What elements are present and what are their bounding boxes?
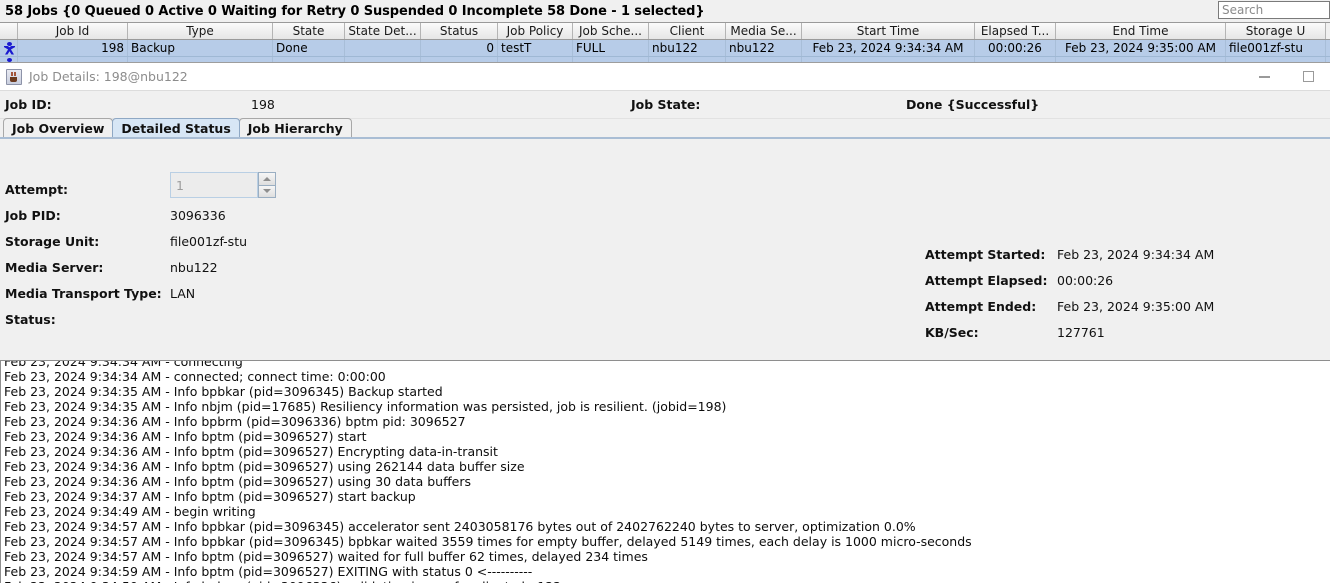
cell-type[interactable]: Backup: [128, 40, 273, 56]
minimize-button[interactable]: [1242, 63, 1286, 90]
screen-root: 58 Jobs {0 Queued 0 Active 0 Waiting for…: [0, 0, 1330, 583]
attempt-input[interactable]: 1: [170, 172, 258, 198]
job-state-value: Done {Successful}: [906, 97, 1040, 112]
media-server-label: Media Server:: [5, 260, 104, 275]
tab-job-overview[interactable]: Job Overview: [3, 118, 114, 137]
column-header-job-policy[interactable]: Job Policy: [498, 23, 573, 39]
attempt-stepper[interactable]: 1: [170, 172, 276, 198]
maximize-button[interactable]: [1286, 63, 1330, 90]
column-header-status[interactable]: Status: [421, 23, 498, 39]
cell-state-details[interactable]: [345, 40, 421, 56]
status-log-panel[interactable]: Feb 23, 2024 9:34:34 AM - connecting Feb …: [0, 360, 1330, 583]
status-log-line: Feb 23, 2024 9:34:59 AM - Info bpbrm (pi…: [4, 579, 1324, 583]
column-header-type[interactable]: Type: [128, 23, 273, 39]
job-pid-label: Job PID:: [5, 208, 61, 223]
status-log-line: Feb 23, 2024 9:34:34 AM - connecting: [4, 360, 243, 369]
attempt-started-label: Attempt Started:: [925, 247, 1046, 262]
column-header-end-time[interactable]: End Time: [1056, 23, 1226, 39]
column-header-start-time[interactable]: Start Time: [802, 23, 975, 39]
status-log-line: Feb 23, 2024 9:34:36 AM - Info bptm (pid…: [4, 444, 498, 459]
table-row[interactable]: 198 Backup Done 0 testT FULL nbu122 nbu122 Feb 2…: [0, 40, 1330, 57]
status-log-line: Feb 23, 2024 9:34:37 AM - Info bptm (pid…: [4, 489, 416, 504]
cell-storage-unit[interactable]: file001zf-stu: [1226, 40, 1326, 56]
status-log-line: Feb 23, 2024 9:34:59 AM - Info bptm (pid…: [4, 564, 533, 579]
status-log-line: Feb 23, 2024 9:34:35 AM - Info nbjm (pid…: [4, 399, 727, 414]
search-placeholder: Search: [1222, 3, 1264, 17]
chevron-up-icon: [263, 176, 271, 181]
attempt-label: Attempt:: [5, 182, 69, 197]
status-label: Status:: [5, 312, 56, 327]
search-input[interactable]: Search: [1218, 1, 1330, 19]
cell-job-policy[interactable]: testT: [498, 40, 573, 56]
status-log-line: Feb 23, 2024 9:34:57 AM - Info bptm (pid…: [4, 549, 648, 564]
cell-status[interactable]: 0: [421, 40, 498, 56]
job-status-person-icon-cell[interactable]: [0, 40, 18, 56]
column-header-state[interactable]: State: [273, 23, 345, 39]
column-header-job-id[interactable]: Job Id: [18, 23, 128, 39]
cell-job-schedule[interactable]: FULL: [573, 40, 649, 56]
status-log-line: Feb 23, 2024 9:34:34 AM - connected; con…: [4, 369, 386, 384]
status-log-line: Feb 23, 2024 9:34:36 AM - Info bptm (pid…: [4, 459, 525, 474]
storage-unit-label: Storage Unit:: [5, 234, 100, 249]
attempt-started-value: Feb 23, 2024 9:34:34 AM: [1057, 247, 1215, 262]
attempt-stepper-buttons: [258, 172, 276, 198]
attempt-increment-button[interactable]: [258, 172, 276, 185]
column-header-job-sche[interactable]: Job Sche...: [573, 23, 649, 39]
job-id-value: 198: [251, 97, 275, 112]
jobs-table-header: Job Id Type State State Det... Status Job Pol…: [0, 22, 1330, 40]
job-pid-value: 3096336: [170, 208, 226, 223]
detailed-status-panel: Attempt: 1 Job PID: 3096336 Storage Unit…: [0, 139, 1330, 340]
cell-end-time[interactable]: Feb 23, 2024 9:35:00 AM: [1056, 40, 1226, 56]
cell-job-id[interactable]: 198: [18, 40, 128, 56]
attempt-ended-value: Feb 23, 2024 9:35:00 AM: [1057, 299, 1215, 314]
column-header-storage-u[interactable]: Storage U: [1226, 23, 1326, 39]
column-header-elapsed-t[interactable]: Elapsed T...: [975, 23, 1056, 39]
status-log-line: Feb 23, 2024 9:34:57 AM - Info bpbkar (p…: [4, 534, 972, 549]
media-transport-type-value: LAN: [170, 286, 196, 301]
column-header-media-se[interactable]: Media Se...: [726, 23, 802, 39]
chevron-down-icon: [263, 189, 271, 194]
kb-sec-value: 127761: [1057, 325, 1105, 340]
status-log-line: Feb 23, 2024 9:34:35 AM - Info bpbkar (p…: [4, 384, 443, 399]
job-id-label: Job ID:: [5, 97, 52, 112]
column-header-state-det[interactable]: State Det...: [345, 23, 421, 39]
cell-client[interactable]: nbu122: [649, 40, 726, 56]
attempt-elapsed-label: Attempt Elapsed:: [925, 273, 1048, 288]
cell-start-time[interactable]: Feb 23, 2024 9:34:34 AM: [802, 40, 975, 56]
status-log-line: Feb 23, 2024 9:34:49 AM - begin writing: [4, 504, 256, 519]
maximize-icon: [1302, 71, 1314, 82]
column-header-client[interactable]: Client: [649, 23, 726, 39]
storage-unit-value: file001zf-stu: [170, 234, 248, 249]
java-app-icon: [6, 68, 22, 85]
cell-elapsed-time[interactable]: 00:00:26: [975, 40, 1056, 56]
attempt-elapsed-value: 00:00:26: [1057, 273, 1114, 288]
jobs-summary-bar: 58 Jobs {0 Queued 0 Active 0 Waiting for…: [0, 0, 1330, 22]
job-details-window: Job Details: 198@nbu122 Job ID: 198 Job …: [0, 62, 1330, 583]
job-state-label: Job State:: [631, 97, 701, 112]
tab-detailed-status[interactable]: Detailed Status: [112, 118, 240, 137]
media-server-value: nbu122: [170, 260, 218, 275]
status-log-line: Feb 23, 2024 9:34:36 AM - Info bpbrm (pi…: [4, 414, 466, 429]
tab-job-hierarchy[interactable]: Job Hierarchy: [238, 118, 352, 137]
jobs-summary-text: 58 Jobs {0 Queued 0 Active 0 Waiting for…: [5, 3, 705, 19]
window-controls: [1242, 63, 1330, 90]
job-details-title: Job Details: 198@nbu122: [29, 69, 188, 84]
cell-state[interactable]: Done: [273, 40, 345, 56]
job-header-info: Job ID: 198 Job State: Done {Successful}: [0, 91, 1330, 119]
media-transport-type-label: Media Transport Type:: [5, 286, 162, 301]
minimize-icon: [1258, 75, 1270, 78]
person-icon: [4, 41, 15, 55]
column-header-icon[interactable]: [0, 23, 18, 39]
status-log-line: Feb 23, 2024 9:34:36 AM - Info bptm (pid…: [4, 474, 472, 489]
status-log-line: Feb 23, 2024 9:34:57 AM - Info bpbkar (p…: [4, 519, 916, 534]
job-details-titlebar[interactable]: Job Details: 198@nbu122: [0, 63, 1330, 91]
cell-media-server[interactable]: nbu122: [726, 40, 802, 56]
attempt-input-value: 1: [176, 177, 184, 193]
job-details-tabs: Job Overview Detailed Status Job Hierarchy: [0, 118, 1330, 139]
attempt-decrement-button[interactable]: [258, 184, 276, 198]
attempt-ended-label: Attempt Ended:: [925, 299, 1037, 314]
status-log-line: Feb 23, 2024 9:34:36 AM - Info bptm (pid…: [4, 429, 367, 444]
kb-sec-label: KB/Sec:: [925, 325, 979, 340]
status-log-lines: Feb 23, 2024 9:34:34 AM - connecting Feb …: [4, 360, 1324, 583]
